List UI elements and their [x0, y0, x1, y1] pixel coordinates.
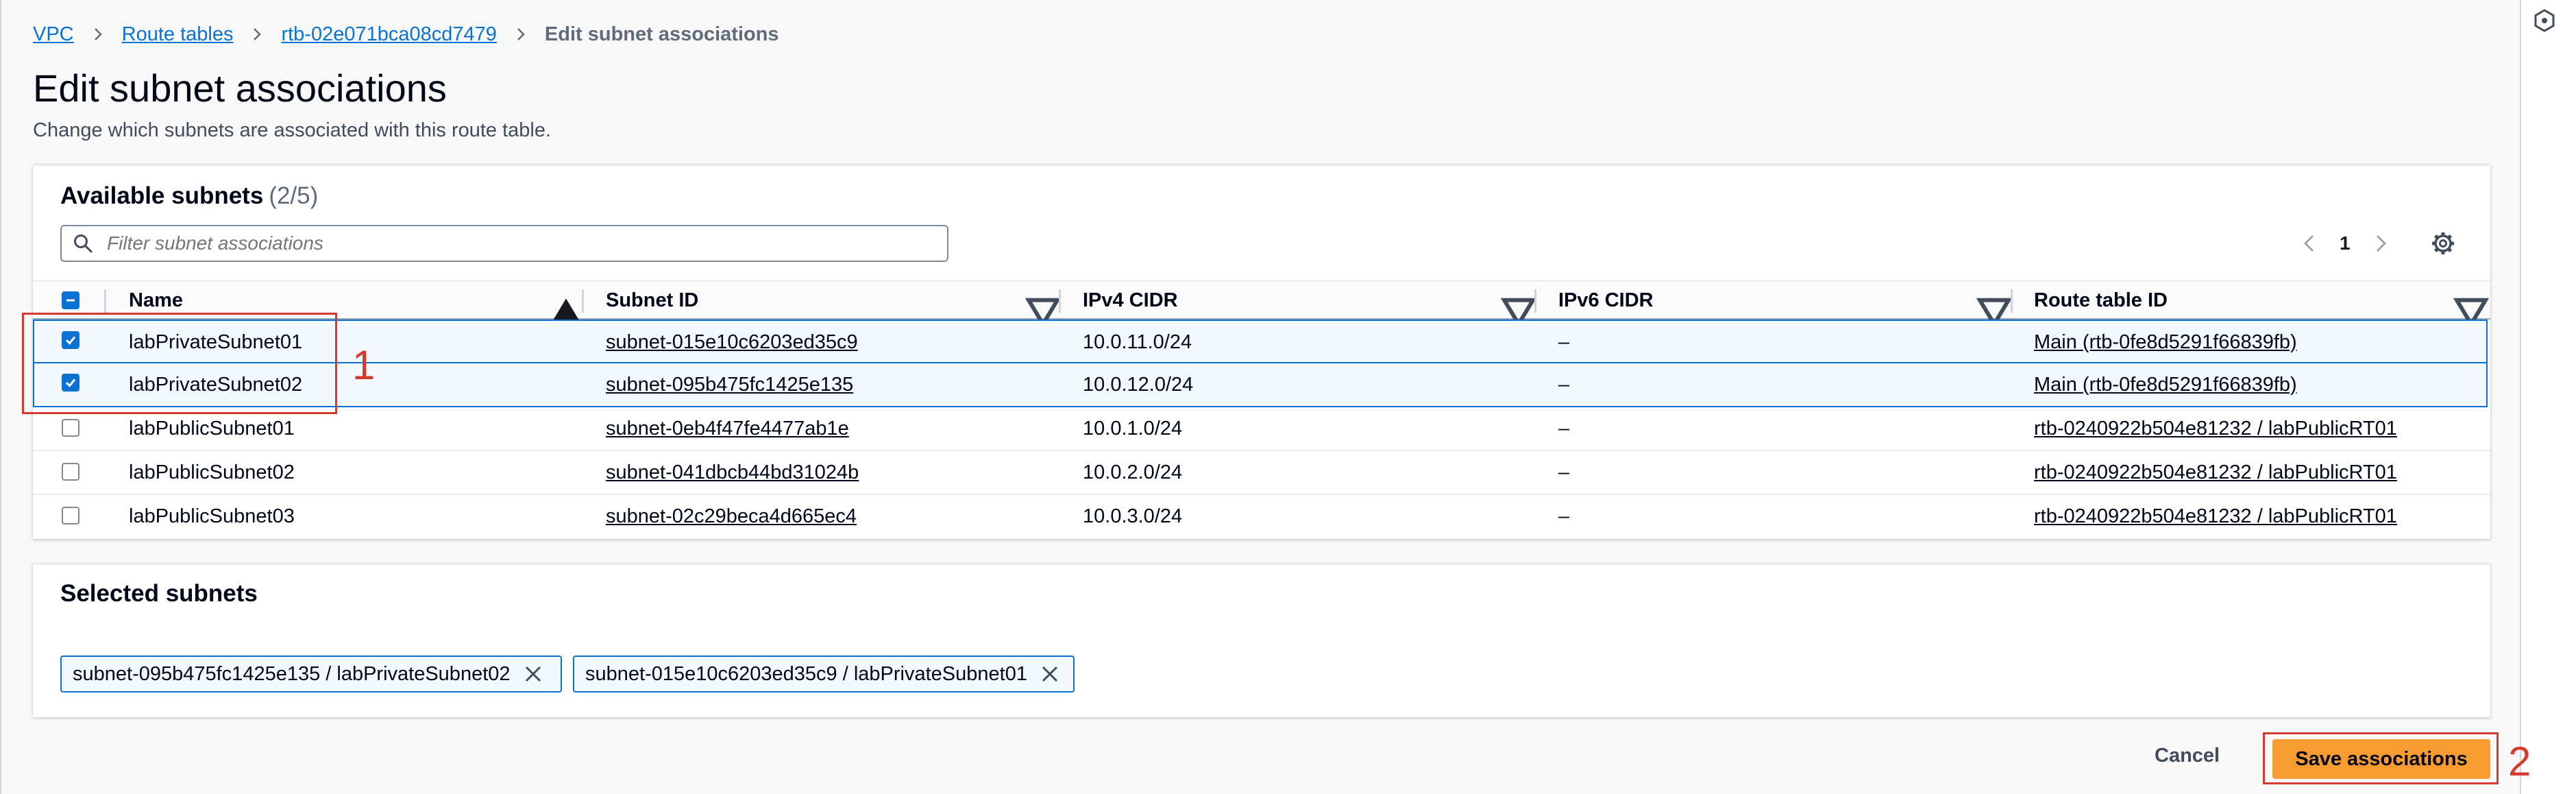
- breadcrumb-vpc[interactable]: VPC: [33, 23, 74, 46]
- selected-subnet-token: subnet-095b475fc1425e135 / labPrivateSub…: [60, 655, 562, 693]
- row-checkbox[interactable]: [62, 463, 79, 481]
- selected-subnets-panel: Selected subnets subnet-095b475fc1425e13…: [33, 564, 2490, 717]
- column-subnet-id-label: Subnet ID: [606, 289, 699, 311]
- column-name-label: Name: [129, 289, 183, 311]
- table-header: Name Subnet ID IPv4 CIDR IPv6 CIDR Route…: [33, 280, 2490, 328]
- cell-subnet-id-link[interactable]: subnet-015e10c6203ed35c9: [606, 321, 858, 363]
- cell-route-table-link[interactable]: rtb-0240922b504e81232 / labPublicRT01: [2034, 451, 2397, 494]
- cancel-button[interactable]: Cancel: [2155, 745, 2220, 767]
- cell-ipv6-cidr: –: [1558, 330, 1570, 353]
- chevron-right-icon[interactable]: [2370, 232, 2392, 254]
- subnets-table: Name Subnet ID IPv4 CIDR IPv6 CIDR Route…: [33, 280, 2490, 539]
- selected-subnets-heading: Selected subnets: [60, 580, 258, 607]
- breadcrumb-current: Edit subnet associations: [544, 23, 779, 45]
- table-row[interactable]: labPrivateSubnet02 subnet-095b475fc1425e…: [33, 363, 2488, 407]
- window-left-edge: [0, 0, 1, 794]
- available-subnets-heading: Available subnets (2/5): [60, 182, 318, 210]
- cell-ipv4-cidr: 10.0.1.0/24: [1083, 417, 1183, 440]
- column-separator: [1059, 289, 1061, 313]
- filter-field[interactable]: [60, 225, 948, 262]
- chevron-right-icon: [254, 28, 262, 40]
- cell-ipv6-cidr: –: [1558, 417, 1570, 440]
- row-checkbox[interactable]: [62, 507, 79, 525]
- row-checkbox[interactable]: [62, 419, 79, 437]
- search-icon: [74, 234, 93, 253]
- table-row[interactable]: labPrivateSubnet01 subnet-015e10c6203ed3…: [33, 320, 2488, 363]
- cell-subnet-id-link[interactable]: subnet-041dbcb44bd31024b: [606, 451, 859, 494]
- table-row[interactable]: labPublicSubnet02 subnet-041dbcb44bd3102…: [33, 451, 2490, 495]
- annotation-step-2: 2: [2508, 738, 2531, 784]
- column-route-table-label: Route table ID: [2034, 289, 2168, 311]
- chevron-left-icon[interactable]: [2298, 232, 2320, 254]
- available-subnets-title: Available subnets: [60, 182, 264, 209]
- column-header-route-table-id[interactable]: Route table ID: [2034, 281, 2168, 320]
- annotation-step-1: 1: [352, 342, 376, 388]
- breadcrumb-route-table-id[interactable]: rtb-02e071bca08cd7479: [281, 23, 496, 46]
- page-description: Change which subnets are associated with…: [33, 119, 552, 141]
- table-row[interactable]: labPublicSubnet03 subnet-02c29beca4d665e…: [33, 495, 2490, 539]
- token-label: subnet-095b475fc1425e135 / labPrivateSub…: [73, 662, 511, 685]
- cell-route-table-link[interactable]: Main (rtb-0fe8d5291f66839fb): [2034, 321, 2297, 363]
- gear-icon[interactable]: [2429, 229, 2457, 258]
- column-ipv6-label: IPv6 CIDR: [1558, 289, 1654, 311]
- cell-ipv4-cidr: 10.0.12.0/24: [1083, 373, 1194, 396]
- cell-route-table-link[interactable]: rtb-0240922b504e81232 / labPublicRT01: [2034, 407, 2397, 450]
- chevron-right-icon: [94, 28, 102, 40]
- cell-route-table-link[interactable]: Main (rtb-0fe8d5291f66839fb): [2034, 363, 2297, 406]
- cell-name: labPublicSubnet02: [129, 461, 295, 483]
- cell-ipv4-cidr: 10.0.3.0/24: [1083, 505, 1183, 527]
- filter-input[interactable]: [106, 232, 931, 255]
- cell-ipv6-cidr: –: [1558, 373, 1570, 396]
- cell-subnet-id-link[interactable]: subnet-02c29beca4d665ec4: [606, 495, 857, 538]
- breadcrumb: VPC Route tables rtb-02e071bca08cd7479 E…: [33, 21, 779, 48]
- cell-subnet-id-link[interactable]: subnet-0eb4f47fe4477ab1e: [606, 407, 849, 450]
- close-icon[interactable]: [523, 664, 543, 684]
- column-separator: [2011, 289, 2013, 313]
- select-all-checkbox[interactable]: [62, 291, 79, 309]
- page-number[interactable]: 1: [2340, 232, 2351, 254]
- chevron-right-icon: [517, 28, 525, 40]
- column-header-ipv6-cidr[interactable]: IPv6 CIDR: [1558, 281, 1654, 320]
- pagination: 1: [2298, 229, 2392, 258]
- column-separator: [1534, 289, 1536, 313]
- column-ipv4-label: IPv4 CIDR: [1083, 289, 1178, 311]
- info-panel-icon[interactable]: [2532, 8, 2557, 33]
- token-label: subnet-015e10c6203ed35c9 / labPrivateSub…: [585, 662, 1027, 685]
- cell-name: labPublicSubnet03: [129, 505, 295, 527]
- indeterminate-icon: [66, 299, 75, 302]
- annotation-box-step-2: [2263, 732, 2499, 784]
- column-separator: [104, 289, 106, 313]
- selection-count: (2/5): [269, 182, 319, 209]
- table-row[interactable]: labPublicSubnet01 subnet-0eb4f47fe4477ab…: [33, 407, 2490, 451]
- tools-rail: [2520, 0, 2576, 794]
- column-separator: [582, 289, 584, 313]
- cell-ipv4-cidr: 10.0.11.0/24: [1083, 330, 1192, 353]
- annotation-box-step-1: [22, 313, 337, 414]
- cell-ipv4-cidr: 10.0.2.0/24: [1083, 461, 1183, 483]
- page-title: Edit subnet associations: [33, 67, 447, 110]
- column-header-ipv4-cidr[interactable]: IPv4 CIDR: [1083, 281, 1178, 320]
- cell-ipv6-cidr: –: [1558, 461, 1570, 483]
- cell-route-table-link[interactable]: rtb-0240922b504e81232 / labPublicRT01: [2034, 495, 2397, 538]
- column-header-subnet-id[interactable]: Subnet ID: [606, 281, 698, 320]
- cell-subnet-id-link[interactable]: subnet-095b475fc1425e135: [606, 363, 853, 406]
- breadcrumb-route-tables[interactable]: Route tables: [122, 23, 234, 46]
- selected-subnet-token: subnet-015e10c6203ed35c9 / labPrivateSub…: [573, 655, 1075, 693]
- cell-ipv6-cidr: –: [1558, 505, 1570, 527]
- available-subnets-panel: Available subnets(2/5) 1: [33, 165, 2490, 539]
- close-icon[interactable]: [1040, 664, 1060, 684]
